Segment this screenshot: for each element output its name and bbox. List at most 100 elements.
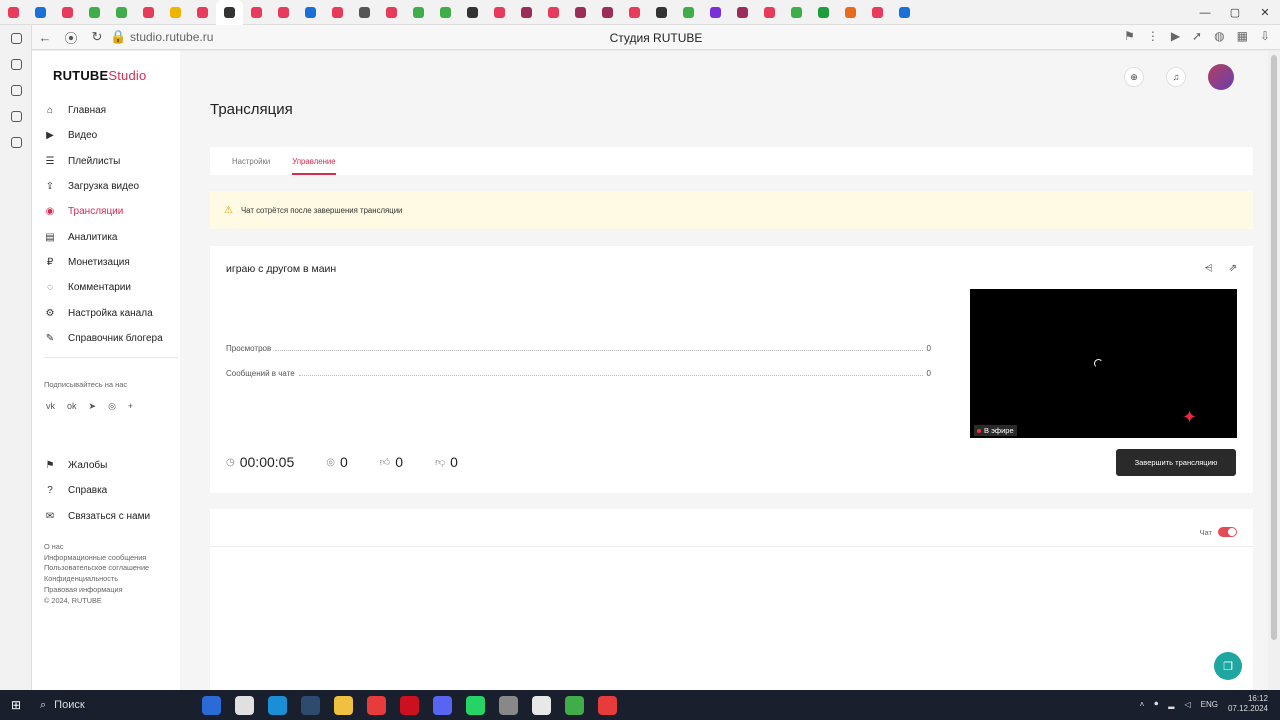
support-chat-button[interactable]: ❐ bbox=[1214, 652, 1242, 680]
side-panel-item[interactable] bbox=[0, 77, 32, 103]
start-menu-icon[interactable]: ⊞ bbox=[0, 698, 32, 712]
menu-item-broadcast[interactable]: ◉ Трансляции bbox=[44, 199, 163, 224]
menu-item-upload[interactable]: ⇪ Загрузка видео bbox=[44, 174, 163, 199]
bookmark-icon[interactable]: ⚑ bbox=[1124, 29, 1135, 43]
browser-tab[interactable] bbox=[729, 0, 756, 25]
taskbar-app-icon[interactable] bbox=[466, 695, 485, 715]
taskbar-app-icon[interactable] bbox=[301, 695, 320, 715]
browser-tab[interactable] bbox=[594, 0, 621, 25]
menu-item-analytics[interactable]: ▤ Аналитика bbox=[44, 224, 163, 249]
browser-tab[interactable] bbox=[486, 0, 513, 25]
cursor-icon[interactable]: ➚ bbox=[1192, 29, 1202, 43]
browser-tab[interactable] bbox=[756, 0, 783, 25]
extensions-icon[interactable]: ◍ bbox=[1214, 29, 1224, 43]
browser-tab[interactable] bbox=[54, 0, 81, 25]
browser-tab[interactable] bbox=[378, 0, 405, 25]
browser-tab[interactable] bbox=[81, 0, 108, 25]
footer-link[interactable]: Информационные сообщения bbox=[44, 553, 149, 564]
download-icon[interactable]: ⇩ bbox=[1260, 29, 1270, 43]
taskbar-app-icon[interactable] bbox=[268, 695, 287, 715]
end-stream-button[interactable]: Завершить трансляцию bbox=[1116, 449, 1236, 476]
browser-tab[interactable] bbox=[27, 0, 54, 25]
tab-management[interactable]: Управление bbox=[292, 147, 336, 175]
browser-tab[interactable] bbox=[297, 0, 324, 25]
browser-tab[interactable] bbox=[135, 0, 162, 25]
add-content-icon[interactable]: ⊕ bbox=[1124, 67, 1144, 87]
browser-tab[interactable] bbox=[189, 0, 216, 25]
browser-tab[interactable] bbox=[270, 0, 297, 25]
browser-tab[interactable] bbox=[864, 0, 891, 25]
avatar[interactable] bbox=[1208, 64, 1234, 90]
browser-tab[interactable] bbox=[702, 0, 729, 25]
browser-tab[interactable] bbox=[567, 0, 594, 25]
open-external-icon[interactable]: ⇗ bbox=[1229, 263, 1237, 274]
browser-tab[interactable] bbox=[405, 0, 432, 25]
clock[interactable]: 16:12 07.12.2024 bbox=[1228, 694, 1268, 714]
taskbar-app-icon[interactable] bbox=[334, 695, 353, 715]
browser-tab[interactable] bbox=[648, 0, 675, 25]
side-panel-item[interactable] bbox=[0, 103, 32, 129]
url-text[interactable]: studio.rutube.ru bbox=[130, 30, 213, 44]
shield-icon[interactable]: ⦿ bbox=[58, 28, 84, 47]
browser-tab[interactable] bbox=[675, 0, 702, 25]
stream-preview[interactable]: ✦ В эфире bbox=[970, 289, 1237, 438]
menu-item-help[interactable]: ? Справка bbox=[44, 478, 150, 503]
chevron-up-icon[interactable]: ˄ bbox=[1140, 700, 1145, 709]
browser-tab[interactable] bbox=[810, 0, 837, 25]
reload-icon[interactable]: ↻ bbox=[84, 29, 110, 45]
taskbar-search[interactable]: ⌕ Поиск bbox=[32, 699, 162, 712]
taskbar-app-icon[interactable] bbox=[499, 695, 518, 715]
side-panel-item[interactable] bbox=[0, 25, 32, 51]
browser-tab[interactable] bbox=[351, 0, 378, 25]
browser-tab[interactable] bbox=[837, 0, 864, 25]
more-icon[interactable]: + bbox=[128, 401, 133, 412]
microphone-icon[interactable]: ⏺ bbox=[1154, 699, 1158, 709]
browser-tab[interactable] bbox=[324, 0, 351, 25]
taskbar-app-icon[interactable] bbox=[235, 695, 254, 715]
rutube-studio-logo[interactable]: RUTUBEStudio bbox=[53, 68, 146, 83]
menu-item-mail[interactable]: ✉ Связаться с нами bbox=[44, 504, 150, 529]
browser-tab[interactable] bbox=[783, 0, 810, 25]
menu-item-comments[interactable]: ◌ Комментарии bbox=[44, 275, 163, 300]
browser-tab[interactable] bbox=[891, 0, 918, 25]
scrollbar[interactable] bbox=[1268, 51, 1280, 690]
taskbar-app-icon[interactable] bbox=[367, 695, 386, 715]
maximize-button[interactable]: ▢ bbox=[1220, 6, 1250, 19]
notifications-icon[interactable]: ♫ bbox=[1166, 67, 1186, 87]
sidebar-toggle-icon[interactable]: ▦ bbox=[1237, 29, 1248, 43]
footer-link[interactable]: Пользовательское соглашение bbox=[44, 563, 149, 574]
browser-tab[interactable] bbox=[459, 0, 486, 25]
browser-tab[interactable] bbox=[243, 0, 270, 25]
taskbar-app-icon[interactable] bbox=[400, 695, 419, 715]
menu-item-guide[interactable]: ✎ Справочник блогера bbox=[44, 326, 163, 351]
taskbar-app-icon[interactable] bbox=[532, 695, 551, 715]
browser-tab[interactable] bbox=[162, 0, 189, 25]
browser-tab[interactable] bbox=[621, 0, 648, 25]
back-icon[interactable]: ← bbox=[32, 30, 58, 45]
side-panel-item[interactable] bbox=[0, 51, 32, 77]
taskbar-app-icon[interactable] bbox=[202, 695, 221, 715]
side-panel-item[interactable] bbox=[0, 129, 32, 155]
taskbar-app-icon[interactable] bbox=[565, 695, 584, 715]
network-icon[interactable]: ▂ bbox=[1168, 700, 1174, 709]
browser-tab[interactable] bbox=[432, 0, 459, 25]
menu-dots-icon[interactable]: ⋮ bbox=[1147, 29, 1159, 43]
menu-item-home[interactable]: ⌂ Главная bbox=[44, 98, 163, 123]
taskbar-app-icon[interactable] bbox=[433, 695, 452, 715]
footer-link[interactable]: О нас bbox=[44, 542, 149, 553]
language-indicator[interactable]: ENG bbox=[1201, 700, 1218, 709]
chat-toggle[interactable] bbox=[1218, 527, 1237, 537]
tab-settings[interactable]: Настройки bbox=[232, 157, 270, 166]
vk-icon[interactable]: vk bbox=[46, 401, 55, 412]
menu-item-monetization[interactable]: ₽ Монетизация bbox=[44, 250, 163, 275]
share-icon[interactable]: ⩤ bbox=[1205, 263, 1213, 274]
browser-tab[interactable] bbox=[513, 0, 540, 25]
footer-link[interactable]: Правовая информация bbox=[44, 585, 149, 596]
browser-tab[interactable] bbox=[216, 0, 243, 25]
menu-item-video[interactable]: ▶ Видео bbox=[44, 123, 163, 148]
menu-item-playlist[interactable]: ☰ Плейлисты bbox=[44, 149, 163, 174]
telegram-icon[interactable]: ➤ bbox=[89, 401, 97, 412]
minimize-button[interactable]: — bbox=[1190, 7, 1220, 19]
ok-icon[interactable]: ok bbox=[67, 401, 77, 412]
volume-icon[interactable]: ◁ bbox=[1184, 700, 1190, 709]
